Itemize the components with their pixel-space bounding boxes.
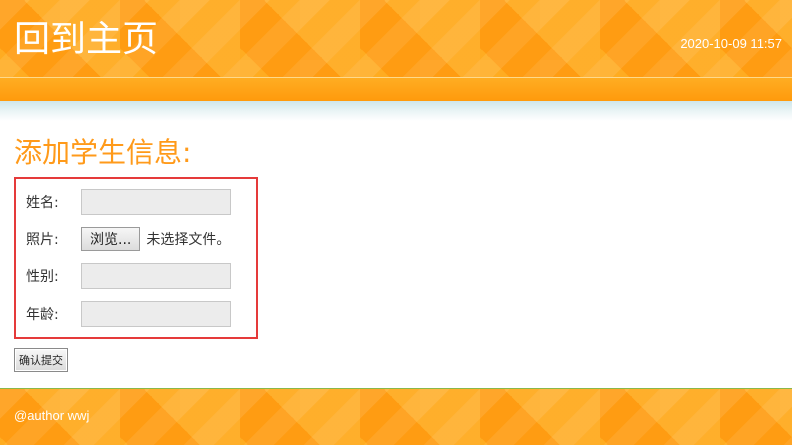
fade-band (0, 101, 792, 121)
name-input[interactable] (81, 189, 231, 215)
gender-input[interactable] (81, 263, 231, 289)
browse-button[interactable]: 浏览... (81, 227, 141, 251)
photo-row: 照片: 浏览... 未选择文件。 (26, 224, 230, 254)
name-row: 姓名: (26, 187, 231, 217)
gender-row: 性别: (26, 261, 231, 291)
name-label: 姓名: (26, 195, 59, 211)
student-form: 姓名: 照片: 浏览... 未选择文件。 性别: 年龄: (14, 177, 258, 339)
footer-author: @author wwj (14, 408, 90, 423)
nav-band (0, 78, 792, 101)
gender-label: 性别: (26, 269, 59, 285)
file-status: 未选择文件。 (146, 232, 231, 248)
age-row: 年龄: (26, 299, 231, 329)
header-banner: 回到主页 2020-10-09 11:57 (0, 0, 792, 77)
page-title: 添加学生信息: (14, 136, 192, 169)
footer: @author wwj (0, 388, 792, 445)
current-datetime: 2020-10-09 11:57 (680, 36, 782, 51)
age-label: 年龄: (26, 307, 59, 323)
age-input[interactable] (81, 301, 231, 327)
photo-label: 照片: (26, 232, 59, 248)
submit-button[interactable]: 确认提交 (14, 348, 68, 372)
home-link[interactable]: 回到主页 (14, 18, 158, 62)
